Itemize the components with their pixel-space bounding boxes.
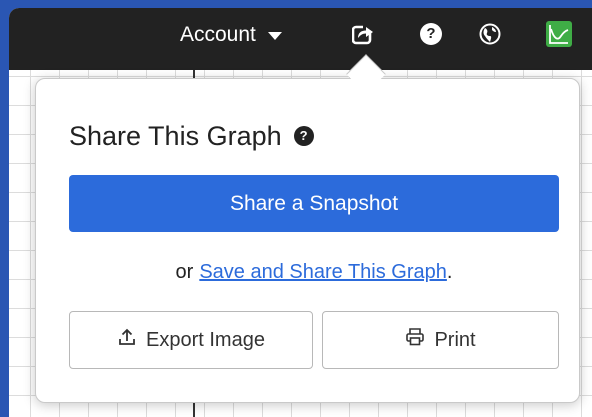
graph-logo-icon[interactable]	[546, 21, 572, 47]
print-label: Print	[434, 328, 476, 351]
account-menu[interactable]: Account	[180, 22, 282, 48]
question-circle-icon[interactable]: ?	[293, 126, 314, 146]
print-button[interactable]: Print	[322, 311, 559, 369]
upload-icon	[117, 327, 137, 353]
share-snapshot-button[interactable]: Share a Snapshot	[69, 175, 559, 232]
account-label: Account	[180, 23, 256, 46]
top-toolbar	[9, 8, 592, 70]
popover-title: Share This Graph ?	[69, 118, 314, 154]
popover-title-text: Share This Graph	[69, 120, 282, 151]
share-icon[interactable]	[351, 22, 375, 46]
save-and-share-link[interactable]: Save and Share This Graph	[199, 261, 447, 284]
period-text: .	[446, 260, 453, 283]
export-image-label: Export Image	[146, 328, 265, 351]
or-text: or	[175, 260, 194, 283]
save-share-line: or Save and Share This Graph .	[69, 258, 559, 286]
export-image-button[interactable]: Export Image	[69, 311, 313, 369]
globe-icon[interactable]	[478, 22, 502, 46]
printer-icon	[405, 327, 425, 353]
help-icon[interactable]: ?	[419, 22, 443, 46]
chevron-down-icon	[267, 32, 282, 40]
